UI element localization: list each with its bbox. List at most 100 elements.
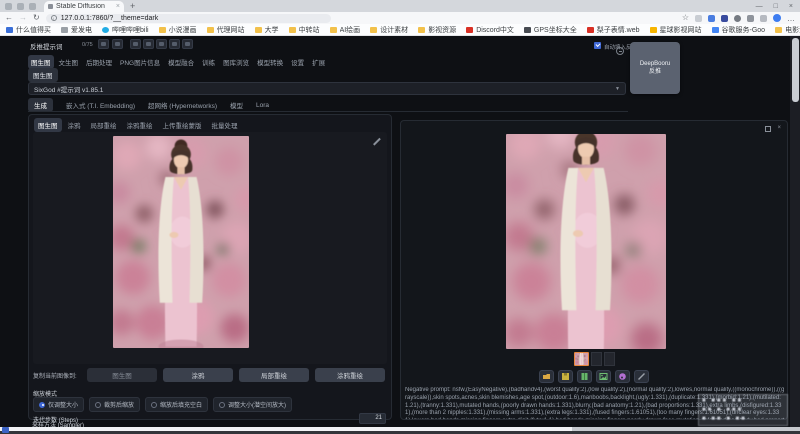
clear-prompt-button[interactable]	[143, 39, 154, 49]
extension-icon[interactable]	[734, 15, 741, 22]
gallery-thumbnail-selected[interactable]	[574, 352, 589, 366]
bookmark-item[interactable]: 电影资源	[775, 25, 800, 35]
img2img-mode-tab[interactable]: 局部重绘	[87, 118, 121, 132]
open-folder-button[interactable]	[539, 370, 554, 383]
auto-fill-checkbox[interactable]	[594, 42, 601, 49]
gallery-thumbnail[interactable]	[591, 352, 602, 366]
extension-icon[interactable]	[708, 15, 715, 22]
refresh-icon[interactable]: ↻	[33, 13, 40, 23]
vertical-scrollbar-thumb[interactable]	[792, 38, 799, 102]
apply-style-button[interactable]	[169, 39, 180, 49]
undo-button[interactable]	[98, 39, 109, 49]
copy-to-button[interactable]: 局部重绘	[239, 368, 309, 382]
save-zip-button[interactable]	[577, 370, 592, 383]
bookmark-item[interactable]: 设计素材	[370, 25, 408, 35]
result-image[interactable]	[506, 134, 666, 349]
workspace-icon[interactable]	[5, 3, 12, 10]
steps-value-input[interactable]: 21	[359, 413, 386, 424]
bookmark-item[interactable]: 爱发电	[61, 25, 92, 35]
main-tab[interactable]: 模型转换	[254, 55, 286, 69]
bookmark-item[interactable]: 代理网站	[207, 25, 245, 35]
copy-to-button[interactable]: 涂鸦重绘	[315, 368, 385, 382]
extension-icon[interactable]	[760, 15, 767, 22]
bookmark-item[interactable]: Discord中文	[466, 25, 514, 35]
profile-avatar[interactable]	[773, 14, 781, 22]
back-icon[interactable]: ←	[5, 13, 13, 23]
main-tab[interactable]: PNG图片信息	[117, 55, 163, 69]
main-tab[interactable]: 后期处理	[83, 55, 115, 69]
bookmark-item[interactable]: 影视资源	[418, 25, 456, 35]
forward-icon[interactable]: →	[19, 13, 27, 23]
network-tab[interactable]: 生成	[28, 98, 53, 112]
sub-tab[interactable]: 图生图	[28, 68, 58, 82]
main-tab[interactable]: 文生图	[56, 55, 82, 69]
new-tab-button[interactable]: +	[130, 2, 135, 11]
minimize-button[interactable]: —	[756, 3, 763, 10]
source-image[interactable]	[113, 136, 249, 348]
bookmark-item[interactable]: 中转站	[289, 25, 320, 35]
main-tab[interactable]: 设置	[288, 55, 307, 69]
collapse-icon[interactable]	[616, 47, 624, 55]
palette-button[interactable]	[615, 370, 630, 383]
network-tab[interactable]: 嵌入式 (T.I. Embedding)	[66, 98, 135, 112]
network-tab[interactable]: 模型	[230, 98, 243, 112]
extension-icon[interactable]	[721, 15, 728, 22]
url-field[interactable]: i 127.0.0.1:7860/?__theme=dark	[46, 14, 331, 23]
copy-to-button[interactable]: 图生图	[87, 368, 157, 382]
resize-mode-radio[interactable]: 仅调整大小	[33, 397, 84, 412]
extra-networks-button[interactable]	[156, 39, 167, 49]
img2img-mode-tab[interactable]: 涂鸦	[64, 118, 85, 132]
resize-mode-radio[interactable]: 缩放后填充空白	[145, 397, 208, 412]
save-style-button[interactable]	[182, 39, 193, 49]
save-button[interactable]	[558, 370, 573, 383]
browser-tab[interactable]: Stable Diffusion ×	[44, 1, 124, 12]
main-tab[interactable]: 图库浏览	[220, 55, 252, 69]
browser-menu-icon[interactable]: …	[787, 14, 795, 23]
vertical-scrollbar[interactable]	[790, 36, 800, 427]
main-tab[interactable]: 训练	[199, 55, 218, 69]
interrogate-deepbooru-button[interactable]: DeepBooru 反推	[630, 42, 680, 94]
main-tab[interactable]: 模型融合	[165, 55, 197, 69]
network-tab[interactable]: 超网络 (Hypernetworks)	[148, 98, 217, 112]
bookmark-item[interactable]: 星球影视网站	[650, 25, 702, 35]
edit-pencil-icon[interactable]	[373, 137, 381, 145]
main-tab[interactable]: 图生图	[28, 55, 54, 69]
ruler-button[interactable]	[634, 370, 649, 383]
fullscreen-icon[interactable]	[765, 126, 771, 132]
gallery-thumbnail[interactable]	[604, 352, 615, 366]
img2img-mode-tab[interactable]: 批量处理	[208, 118, 242, 132]
paste-params-button[interactable]	[130, 39, 141, 49]
extension-icon[interactable]	[695, 15, 702, 22]
bookmark-item[interactable]: 谷歌服务-Goo	[712, 25, 766, 35]
img2img-mode-tab[interactable]: 上传重绘蒙版	[159, 118, 206, 132]
img2img-mode-tab[interactable]: 图生图	[34, 118, 62, 132]
img2img-mode-tab[interactable]: 涂鸦重绘	[123, 118, 157, 132]
maximize-button[interactable]: □	[774, 3, 778, 10]
extension-icon[interactable]	[747, 15, 754, 22]
site-info-icon[interactable]: i	[51, 15, 57, 21]
send-image-button[interactable]	[596, 370, 611, 383]
redo-button[interactable]	[112, 39, 123, 49]
close-icon[interactable]: ×	[777, 125, 781, 131]
resize-mode-radio[interactable]: 裁剪后缩放	[89, 397, 140, 412]
radio-dot-icon	[151, 402, 157, 408]
bookmark-item[interactable]: AI绘画	[330, 25, 361, 35]
bookmark-item[interactable]: 哔哩哔哩bili	[102, 25, 149, 35]
network-tab[interactable]: Lora	[256, 100, 269, 111]
bookmark-item[interactable]: 梨子表情.web	[587, 25, 640, 35]
copy-to-button[interactable]: 涂鸦	[163, 368, 233, 382]
favorite-star-icon[interactable]: ☆	[682, 13, 689, 23]
bookmark-item[interactable]: 大学	[255, 25, 279, 35]
bookmark-item[interactable]: 小说漫画	[159, 25, 197, 35]
tab-close-icon[interactable]: ×	[116, 3, 120, 10]
taskbar-app-icon[interactable]	[2, 427, 9, 433]
close-button[interactable]: ×	[789, 3, 793, 10]
main-tab[interactable]: 扩展	[309, 55, 328, 69]
source-image-canvas[interactable]	[33, 132, 387, 364]
tab-actions-icon[interactable]	[29, 3, 36, 10]
resize-mode-radio[interactable]: 调整大小(潜空间放大)	[213, 397, 292, 412]
bookmark-item[interactable]: GPS坐标大全	[524, 25, 577, 35]
bookmark-item[interactable]: 什么值得买	[6, 25, 51, 35]
plugin-dropdown[interactable]: SixGod #提示词 v1.85.1 ▼	[28, 82, 626, 95]
tab-search-icon[interactable]	[17, 3, 24, 10]
